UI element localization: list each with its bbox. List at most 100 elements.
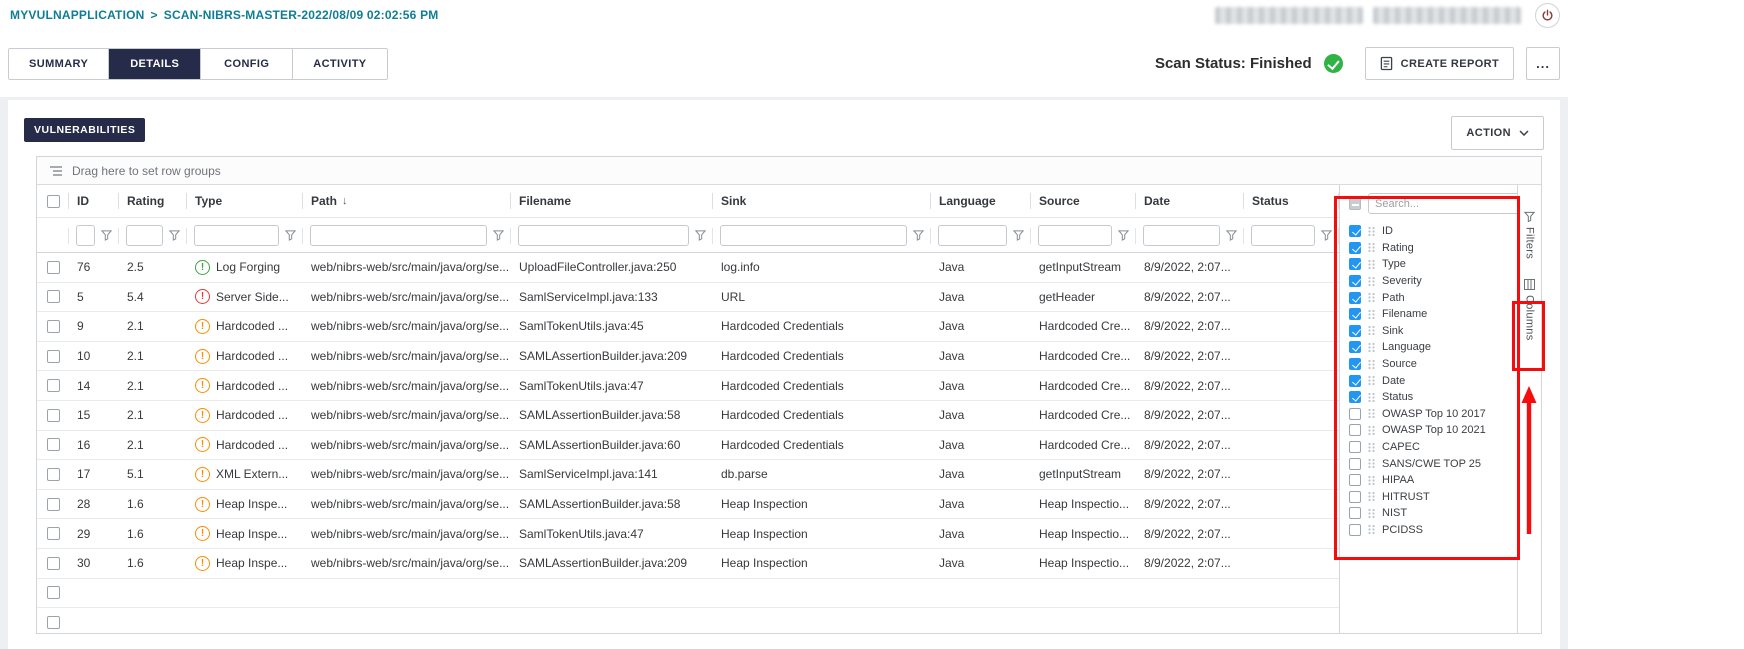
filter-input-language[interactable]	[938, 225, 1007, 246]
breadcrumb[interactable]: MYVULNAPPLICATION>SCAN-NIBRS-MASTER-2022…	[10, 8, 439, 22]
filter-input-sink[interactable]	[720, 225, 907, 246]
column-header-path[interactable]: Path↓	[303, 185, 511, 217]
filter-input-rating[interactable]	[126, 225, 163, 246]
action-menu-button[interactable]: ACTION	[1451, 116, 1544, 150]
toggle-all-columns-checkbox[interactable]	[1349, 198, 1361, 210]
column-header-source[interactable]: Source	[1031, 185, 1136, 217]
table-row-partial[interactable]	[37, 579, 1339, 609]
drag-grip-icon[interactable]	[1367, 276, 1376, 287]
column-toggle-checkbox[interactable]	[1349, 424, 1361, 436]
column-toggle-checkbox[interactable]	[1349, 358, 1361, 370]
column-filter-icon[interactable]	[1013, 229, 1024, 241]
column-header-date[interactable]: Date	[1136, 185, 1244, 217]
column-toggle-hitrust[interactable]: HITRUST	[1349, 489, 1509, 506]
tab-details[interactable]: DETAILS	[109, 49, 201, 79]
filter-input-status[interactable]	[1251, 225, 1315, 246]
column-toggle-checkbox[interactable]	[1349, 441, 1361, 453]
column-toggle-checkbox[interactable]	[1349, 391, 1361, 403]
column-toggle-checkbox[interactable]	[1349, 474, 1361, 486]
table-row[interactable]: 55.4!Server Side...web/nibrs-web/src/mai…	[37, 283, 1339, 313]
column-toggle-source[interactable]: Source	[1349, 356, 1509, 373]
column-toggle-date[interactable]: Date	[1349, 372, 1509, 389]
row-group-drop-zone[interactable]: Drag here to set row groups	[37, 157, 1541, 185]
drag-grip-icon[interactable]	[1367, 442, 1376, 453]
column-toggle-pcidss[interactable]: PCIDSS	[1349, 522, 1509, 539]
column-header-language[interactable]: Language	[931, 185, 1031, 217]
drag-grip-icon[interactable]	[1367, 491, 1376, 502]
column-toggle-checkbox[interactable]	[1349, 507, 1361, 519]
column-toggle-checkbox[interactable]	[1349, 408, 1361, 420]
drag-grip-icon[interactable]	[1367, 524, 1376, 535]
table-row[interactable]: 162.1!Hardcoded ...web/nibrs-web/src/mai…	[37, 431, 1339, 461]
drag-grip-icon[interactable]	[1367, 259, 1376, 270]
row-checkbox[interactable]	[47, 290, 60, 303]
column-filter-icon[interactable]	[101, 229, 112, 241]
column-toggle-filename[interactable]: Filename	[1349, 306, 1509, 323]
drag-grip-icon[interactable]	[1367, 458, 1376, 469]
column-toggle-capec[interactable]: CAPEC	[1349, 439, 1509, 456]
drag-grip-icon[interactable]	[1367, 359, 1376, 370]
drag-grip-icon[interactable]	[1367, 392, 1376, 403]
drag-grip-icon[interactable]	[1367, 325, 1376, 336]
drag-grip-icon[interactable]	[1367, 475, 1376, 486]
table-row[interactable]: 142.1!Hardcoded ...web/nibrs-web/src/mai…	[37, 371, 1339, 401]
column-filter-icon[interactable]	[285, 229, 296, 241]
column-header-status[interactable]: Status	[1244, 185, 1339, 217]
drag-grip-icon[interactable]	[1367, 309, 1376, 320]
column-toggle-owasp-top-10-2017[interactable]: OWASP Top 10 2017	[1349, 406, 1509, 423]
row-checkbox[interactable]	[47, 616, 60, 629]
create-report-button[interactable]: CREATE REPORT	[1365, 47, 1515, 80]
row-checkbox[interactable]	[47, 438, 60, 451]
column-toggle-language[interactable]: Language	[1349, 339, 1509, 356]
drag-grip-icon[interactable]	[1367, 425, 1376, 436]
row-checkbox[interactable]	[47, 409, 60, 422]
more-options-button[interactable]: ...	[1526, 47, 1560, 80]
drag-grip-icon[interactable]	[1367, 375, 1376, 386]
drag-grip-icon[interactable]	[1367, 508, 1376, 519]
drag-grip-icon[interactable]	[1367, 292, 1376, 303]
row-checkbox[interactable]	[47, 557, 60, 570]
row-checkbox[interactable]	[47, 379, 60, 392]
side-tab-columns[interactable]: Columns	[1524, 279, 1536, 341]
columns-search-input[interactable]	[1368, 193, 1524, 214]
drag-grip-icon[interactable]	[1367, 408, 1376, 419]
logout-button[interactable]	[1535, 3, 1560, 28]
row-checkbox[interactable]	[47, 468, 60, 481]
column-toggle-rating[interactable]: Rating	[1349, 240, 1509, 257]
table-row[interactable]: 102.1!Hardcoded ...web/nibrs-web/src/mai…	[37, 342, 1339, 372]
column-toggle-status[interactable]: Status	[1349, 389, 1509, 406]
select-all-checkbox[interactable]	[47, 195, 60, 208]
table-row-partial[interactable]	[37, 608, 1339, 633]
filter-input-source[interactable]	[1038, 225, 1112, 246]
column-filter-icon[interactable]	[695, 229, 706, 241]
column-header-id[interactable]: ID	[69, 185, 119, 217]
column-toggle-checkbox[interactable]	[1349, 225, 1361, 237]
column-filter-icon[interactable]	[913, 229, 924, 241]
column-filter-icon[interactable]	[1321, 229, 1332, 241]
column-header-type[interactable]: Type	[187, 185, 303, 217]
column-toggle-sans-cwe-top-25[interactable]: SANS/CWE TOP 25	[1349, 455, 1509, 472]
row-checkbox[interactable]	[47, 350, 60, 363]
column-toggle-owasp-top-10-2021[interactable]: OWASP Top 10 2021	[1349, 422, 1509, 439]
column-filter-icon[interactable]	[169, 229, 180, 241]
row-checkbox[interactable]	[47, 320, 60, 333]
drag-grip-icon[interactable]	[1367, 342, 1376, 353]
column-toggle-type[interactable]: Type	[1349, 256, 1509, 273]
column-filter-icon[interactable]	[1226, 229, 1237, 241]
column-toggle-checkbox[interactable]	[1349, 375, 1361, 387]
column-toggle-checkbox[interactable]	[1349, 292, 1361, 304]
breadcrumb-app[interactable]: MYVULNAPPLICATION	[10, 8, 145, 22]
column-header-rating[interactable]: Rating	[119, 185, 187, 217]
drag-grip-icon[interactable]	[1367, 242, 1376, 253]
column-toggle-checkbox[interactable]	[1349, 491, 1361, 503]
table-row[interactable]: 291.6!Heap Inspe...web/nibrs-web/src/mai…	[37, 519, 1339, 549]
side-tab-filters[interactable]: Filters	[1524, 211, 1536, 259]
column-toggle-sink[interactable]: Sink	[1349, 323, 1509, 340]
filter-input-type[interactable]	[194, 225, 279, 246]
column-toggle-checkbox[interactable]	[1349, 275, 1361, 287]
table-row[interactable]: 301.6!Heap Inspe...web/nibrs-web/src/mai…	[37, 549, 1339, 579]
column-toggle-checkbox[interactable]	[1349, 325, 1361, 337]
column-filter-icon[interactable]	[493, 229, 504, 241]
filter-input-filename[interactable]	[518, 225, 689, 246]
tab-config[interactable]: CONFIG	[201, 49, 293, 79]
